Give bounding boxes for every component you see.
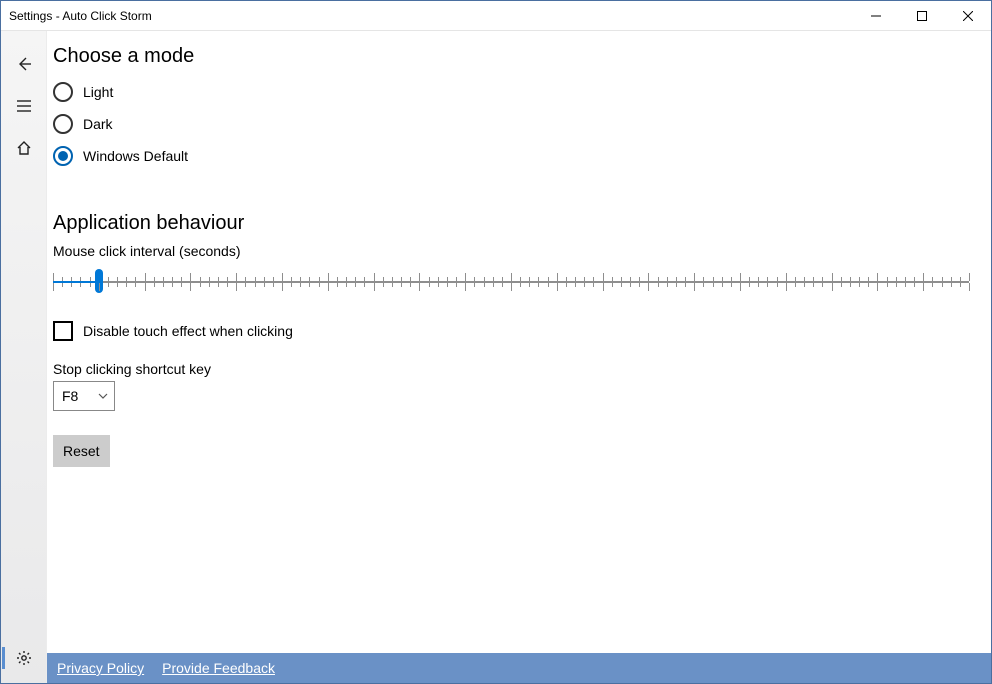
shortcut-label: Stop clicking shortcut key [53, 361, 969, 377]
mode-option-windows-default[interactable]: Windows Default [53, 140, 969, 172]
interval-label: Mouse click interval (seconds) [53, 243, 969, 259]
minimize-button[interactable] [853, 1, 899, 31]
reset-button[interactable]: Reset [53, 435, 110, 467]
disable-touch-label: Disable touch effect when clicking [83, 323, 293, 339]
mode-option-label: Windows Default [83, 148, 188, 164]
interval-slider[interactable] [53, 273, 969, 291]
home-icon [16, 140, 32, 156]
maximize-button[interactable] [899, 1, 945, 31]
close-icon [963, 11, 973, 21]
privacy-link[interactable]: Privacy Policy [57, 660, 144, 676]
checkbox-icon [53, 321, 73, 341]
window-controls [853, 1, 991, 31]
disable-touch-checkbox[interactable]: Disable touch effect when clicking [53, 321, 969, 341]
radio-icon [53, 114, 73, 134]
shortcut-value: F8 [62, 388, 78, 404]
content: Choose a mode Light Dark Windows Default… [47, 31, 991, 653]
home-button[interactable] [4, 129, 44, 167]
hamburger-icon [16, 98, 32, 114]
mode-option-dark[interactable]: Dark [53, 108, 969, 140]
radio-icon [53, 82, 73, 102]
reset-label: Reset [63, 443, 100, 459]
feedback-link[interactable]: Provide Feedback [162, 660, 275, 676]
chevron-down-icon [98, 391, 108, 401]
sidebar [1, 31, 47, 683]
minimize-icon [871, 11, 881, 21]
menu-button[interactable] [4, 87, 44, 125]
radio-icon [53, 146, 73, 166]
mode-option-label: Dark [83, 116, 113, 132]
behaviour-heading: Application behaviour [53, 212, 969, 235]
mode-option-label: Light [83, 84, 113, 100]
mode-option-light[interactable]: Light [53, 76, 969, 108]
settings-button[interactable] [4, 639, 44, 677]
back-button[interactable] [4, 45, 44, 83]
close-button[interactable] [945, 1, 991, 31]
window-title: Settings - Auto Click Storm [1, 9, 853, 23]
titlebar: Settings - Auto Click Storm [1, 1, 991, 31]
gear-icon [16, 650, 32, 666]
arrow-left-icon [16, 56, 32, 72]
maximize-icon [917, 11, 927, 21]
footer: Privacy Policy Provide Feedback [47, 653, 991, 683]
shortcut-dropdown[interactable]: F8 [53, 381, 115, 411]
mode-heading: Choose a mode [53, 45, 969, 68]
main: Choose a mode Light Dark Windows Default… [47, 31, 991, 683]
